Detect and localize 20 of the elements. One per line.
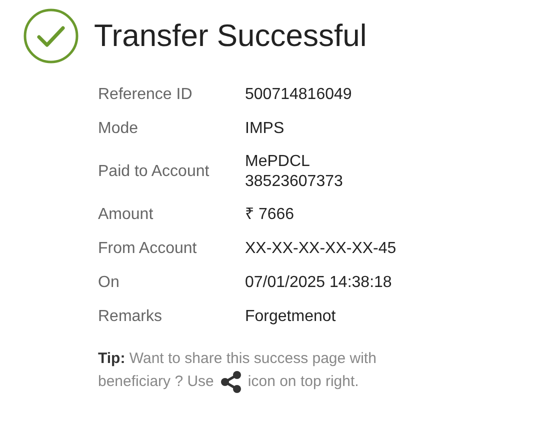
detail-label: Remarks xyxy=(98,307,164,327)
detail-label: Amount xyxy=(98,205,154,225)
detail-label: On xyxy=(98,273,120,293)
page-title: Transfer Successful xyxy=(94,18,367,54)
success-check-icon xyxy=(23,8,79,64)
detail-value: MePDCL 38523607373 xyxy=(245,152,344,192)
detail-value: 07/01/2025 14:38:18 xyxy=(245,273,393,293)
detail-value: 500714816049 xyxy=(245,85,353,105)
detail-value: XX-XX-XX-XX-XX-45 xyxy=(245,239,398,259)
detail-label: From Account xyxy=(98,239,198,259)
detail-value: Forgetmenot xyxy=(245,307,337,327)
tip-text: icon on top right. xyxy=(248,372,359,392)
detail-label: Mode xyxy=(98,119,140,139)
detail-label: Reference ID xyxy=(98,85,194,105)
tip-text: beneficiary ? Use xyxy=(98,372,214,392)
detail-value: ₹ 7666 xyxy=(245,205,296,225)
tip-text: Tip: Want to share this success page with xyxy=(98,349,376,369)
detail-value: IMPS xyxy=(245,119,286,139)
detail-label: Paid to Account xyxy=(98,162,210,182)
share-icon xyxy=(220,370,242,394)
